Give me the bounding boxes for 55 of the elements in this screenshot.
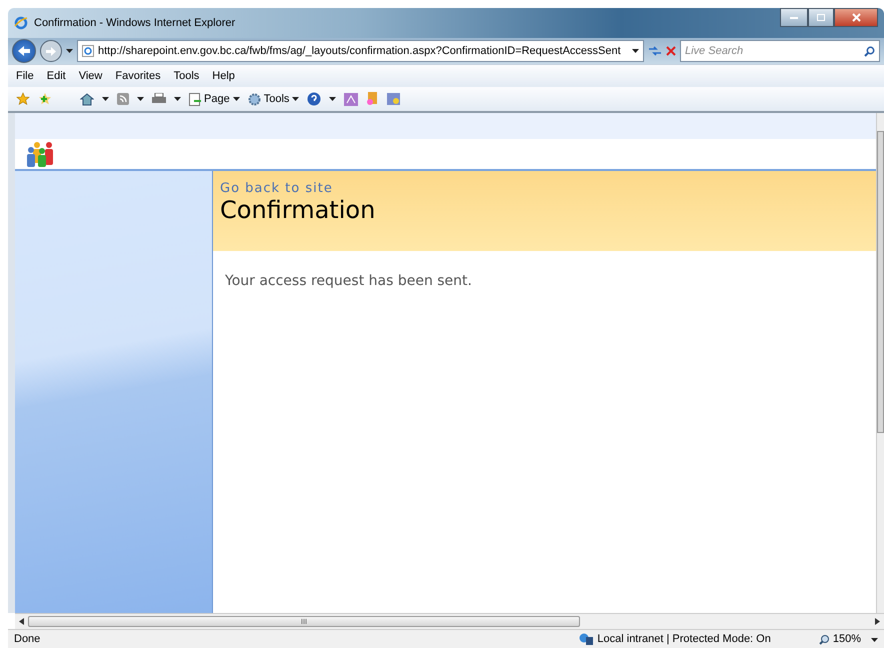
printer-icon[interactable] xyxy=(152,93,166,105)
confirmation-message: Your access request has been sent. xyxy=(225,273,472,289)
menu-item[interactable]: Favorites xyxy=(115,70,161,82)
menu-item[interactable]: Edit xyxy=(46,70,66,82)
zoom-button[interactable]: 150% xyxy=(818,633,861,645)
back-button[interactable] xyxy=(12,39,36,63)
search-field[interactable]: Live Search xyxy=(680,40,880,62)
magnifier-icon xyxy=(818,634,830,644)
menu-item[interactable]: Help xyxy=(212,70,235,82)
minimize-button[interactable] xyxy=(780,8,808,27)
network-icon xyxy=(579,633,594,645)
page-title: Confirmation xyxy=(220,196,376,224)
stop-icon[interactable] xyxy=(666,46,676,56)
caret-icon[interactable] xyxy=(137,97,144,101)
forward-button[interactable] xyxy=(40,40,62,62)
history-caret-icon[interactable] xyxy=(66,49,73,53)
refresh-icon[interactable] xyxy=(648,45,662,57)
menu-item[interactable]: View xyxy=(78,70,102,82)
window-title: Confirmation - Windows Internet Explorer xyxy=(34,17,236,29)
search-icon[interactable] xyxy=(864,46,875,56)
star-icon[interactable] xyxy=(16,92,30,106)
caret-icon[interactable] xyxy=(329,97,336,101)
people-logo-icon xyxy=(25,141,55,167)
vertical-scrollbar[interactable] xyxy=(876,113,884,613)
browser-logo-icon xyxy=(14,16,28,30)
address-caret-icon[interactable] xyxy=(632,49,639,53)
minimize-icon xyxy=(790,16,798,18)
close-button[interactable] xyxy=(834,8,878,27)
maximize-icon xyxy=(817,14,825,21)
address-field[interactable]: http://sharepoint.env.gov.bc.ca/fwb/fms/ag/_layouts/confirmation.aspx?ConfirmationID=RequestAccessSent xyxy=(77,40,644,62)
caret-icon[interactable] xyxy=(174,97,181,101)
help-icon[interactable] xyxy=(307,92,322,106)
forward-arrow-icon xyxy=(46,46,56,56)
security-zone[interactable]: Local intranet | Protected Mode: On xyxy=(597,633,771,645)
gear-icon xyxy=(248,92,261,106)
caret-icon[interactable] xyxy=(292,97,300,101)
menu-item[interactable]: File xyxy=(16,70,34,82)
maximize-button[interactable] xyxy=(808,8,834,27)
feed-icon[interactable] xyxy=(117,93,129,105)
caret-icon[interactable] xyxy=(232,97,240,101)
home-icon[interactable] xyxy=(80,92,94,106)
page-icon xyxy=(82,45,94,57)
scroll-left-icon[interactable] xyxy=(19,618,24,625)
page-menu-button[interactable]: Page xyxy=(189,92,240,106)
zoom-caret-icon[interactable] xyxy=(871,638,878,642)
page-icon xyxy=(189,92,201,106)
caret-icon[interactable] xyxy=(102,97,109,101)
scroll-right-icon[interactable] xyxy=(875,618,880,625)
status-text: Done xyxy=(14,633,40,645)
menu-item[interactable]: Tools xyxy=(174,70,200,82)
add-favorite-icon[interactable] xyxy=(38,92,52,106)
tools-menu-button[interactable]: Tools xyxy=(248,92,300,106)
close-icon xyxy=(852,13,860,22)
back-arrow-icon xyxy=(18,46,30,56)
go-back-link[interactable]: Go back to site xyxy=(220,181,333,196)
